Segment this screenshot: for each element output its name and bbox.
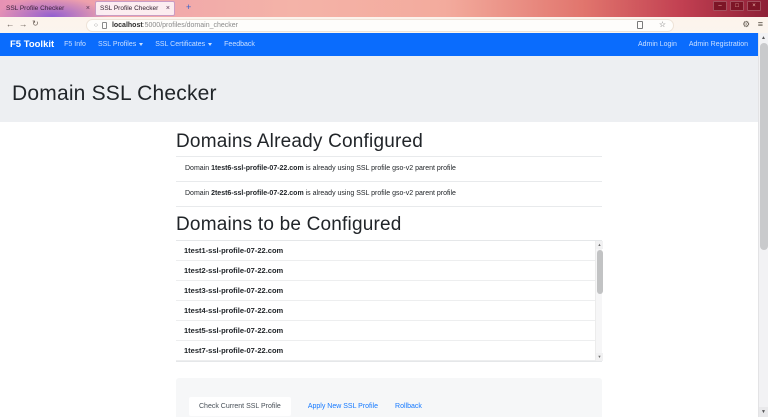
list-item[interactable]: 1test5-ssl-profile-07-22.com xyxy=(176,321,602,341)
scroll-up-icon[interactable]: ▲ xyxy=(596,241,603,249)
main-content: Domains Already Configured Domain 1test6… xyxy=(176,122,602,417)
site-info-icon[interactable] xyxy=(102,22,107,29)
shield-icon[interactable]: ○ xyxy=(94,22,98,29)
navbar-brand[interactable]: F5 Toolkit xyxy=(10,39,54,50)
browser-tab-inactive[interactable]: SSL Profile Checker × xyxy=(6,2,90,15)
tab-apply-new-ssl-profile[interactable]: Apply New SSL Profile xyxy=(308,403,378,410)
nav-link-ssl-profiles[interactable]: SSL Profiles xyxy=(98,41,143,48)
scrollbar-thumb[interactable] xyxy=(760,43,768,250)
nav-link-admin-registration[interactable]: Admin Registration xyxy=(689,41,748,48)
forward-icon[interactable]: → xyxy=(19,19,28,29)
list-item[interactable]: 1test4-ssl-profile-07-22.com xyxy=(176,301,602,321)
jumbotron: Domain SSL Checker xyxy=(0,56,758,122)
nav-link-admin-login[interactable]: Admin Login xyxy=(638,41,677,48)
action-card: Check Current SSL Profile Apply New SSL … xyxy=(176,378,602,417)
list-scrollbar[interactable]: ▲ ▼ xyxy=(595,241,602,361)
close-button[interactable]: × xyxy=(747,1,761,11)
list-item: Domain 1test6-ssl-profile-07-22.com is a… xyxy=(176,156,602,181)
list-item: Domain 2test6-ssl-profile-07-22.com is a… xyxy=(176,181,602,206)
reader-view-icon[interactable] xyxy=(637,21,643,29)
scroll-down-icon[interactable]: ▼ xyxy=(596,353,603,361)
window-controls: – □ × xyxy=(713,1,761,11)
browser-tab-title: SSL Profile Checker xyxy=(6,5,82,12)
close-icon[interactable]: × xyxy=(166,5,170,12)
page-scrollbar[interactable]: ▲ ▼ xyxy=(758,33,768,417)
chevron-down-icon xyxy=(208,43,212,46)
refresh-icon[interactable]: ↻ xyxy=(32,19,39,28)
nav-link-f5-info[interactable]: F5 Info xyxy=(64,41,86,48)
tab-rollback[interactable]: Rollback xyxy=(395,403,422,410)
settings-gear-icon[interactable]: ⚙ xyxy=(742,19,750,30)
bookmark-star-icon[interactable]: ☆ xyxy=(659,21,666,29)
new-tab-button[interactable]: + xyxy=(186,2,191,12)
nav-link-ssl-certificates[interactable]: SSL Certificates xyxy=(155,41,212,48)
chevron-down-icon xyxy=(139,43,143,46)
browser-tab-active[interactable]: SSL Profile Checker × xyxy=(95,1,175,16)
url-text: localhost:5000/profiles/domain_checker xyxy=(112,22,637,29)
scroll-down-icon[interactable]: ▼ xyxy=(759,407,768,417)
domain-name: 1test6-ssl-profile-07-22.com xyxy=(211,165,304,172)
scrollbar-thumb[interactable] xyxy=(597,250,603,294)
back-icon[interactable]: ← xyxy=(6,19,15,29)
minimize-button[interactable]: – xyxy=(713,1,727,11)
browser-tab-strip: SSL Profile Checker × SSL Profile Checke… xyxy=(0,0,768,17)
browser-tab-title: SSL Profile Checker xyxy=(100,5,162,12)
configured-heading: Domains Already Configured xyxy=(176,131,602,153)
maximize-button[interactable]: □ xyxy=(730,1,744,11)
page-title: Domain SSL Checker xyxy=(0,56,758,106)
browser-toolbar: ← → ↻ ○ localhost:5000/profiles/domain_c… xyxy=(0,17,768,33)
url-host: localhost xyxy=(112,22,143,29)
action-tabs: Check Current SSL Profile Apply New SSL … xyxy=(189,397,589,416)
hamburger-menu-icon[interactable]: ≡ xyxy=(758,19,763,29)
list-item[interactable]: 1test7-ssl-profile-07-22.com xyxy=(176,341,602,361)
address-bar[interactable]: ○ localhost:5000/profiles/domain_checker… xyxy=(86,19,674,32)
nav-link-feedback[interactable]: Feedback xyxy=(224,41,255,48)
list-item[interactable]: 1test2-ssl-profile-07-22.com xyxy=(176,261,602,281)
configured-list: Domain 1test6-ssl-profile-07-22.com is a… xyxy=(176,156,602,207)
to-configure-heading: Domains to be Configured xyxy=(176,214,602,236)
domains-list[interactable]: 1test1-ssl-profile-07-22.com 1test2-ssl-… xyxy=(176,240,602,362)
app-navbar: F5 Toolkit F5 Info SSL Profiles SSL Cert… xyxy=(0,33,758,56)
tab-check-current-ssl-profile[interactable]: Check Current SSL Profile xyxy=(189,397,291,416)
url-path: :5000/profiles/domain_checker xyxy=(143,22,238,29)
close-icon[interactable]: × xyxy=(86,5,90,12)
list-item[interactable]: 1test1-ssl-profile-07-22.com xyxy=(176,241,602,261)
domain-name: 2test6-ssl-profile-07-22.com xyxy=(211,190,304,197)
scroll-up-icon[interactable]: ▲ xyxy=(759,33,768,43)
list-item[interactable]: 1test3-ssl-profile-07-22.com xyxy=(176,281,602,301)
